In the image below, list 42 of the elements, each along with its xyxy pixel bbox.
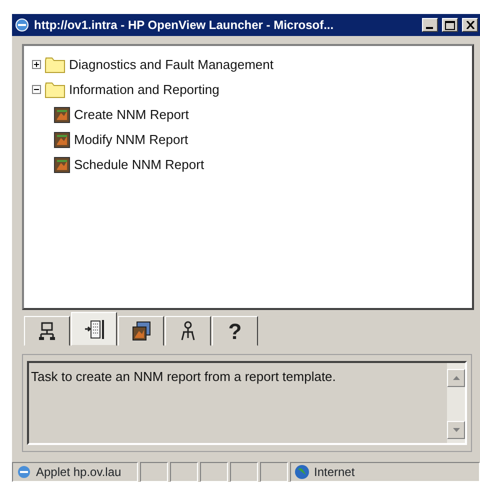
globe-icon	[294, 464, 310, 480]
minimize-button[interactable]	[422, 18, 438, 32]
tree-item[interactable]: Diagnostics and Fault Management	[69, 54, 274, 74]
description-text: Task to create an NNM report from a report template.	[30, 368, 337, 386]
close-button[interactable]	[462, 18, 478, 32]
scrollbar[interactable]	[447, 363, 465, 443]
maximize-icon	[445, 20, 455, 30]
browser-icon	[16, 464, 32, 480]
status-panel	[170, 462, 198, 482]
windows-icon	[131, 321, 151, 341]
tab[interactable]	[71, 312, 117, 346]
node-map-icon	[37, 321, 57, 341]
tab[interactable]	[165, 316, 211, 346]
browser-icon	[14, 17, 30, 33]
tree-item[interactable]: Modify NNM Report	[74, 130, 188, 150]
status-text: Internet	[314, 464, 355, 481]
report-icon	[54, 156, 70, 172]
status-panel	[200, 462, 228, 482]
scroll-down-button[interactable]	[447, 421, 465, 439]
status-panel	[260, 462, 288, 482]
status-panel	[140, 462, 168, 482]
tree-item[interactable]: Create NNM Report	[74, 104, 189, 124]
tree-item[interactable]: Schedule NNM Report	[74, 154, 204, 174]
status-text: Applet hp.ov.lau	[36, 464, 122, 481]
tab[interactable]	[24, 316, 70, 346]
collapse-toggle-icon[interactable]	[32, 85, 41, 94]
folder-icon	[45, 56, 65, 72]
down-arrow-icon	[452, 428, 460, 432]
status-panel	[230, 462, 258, 482]
folder-icon	[45, 82, 65, 98]
close-icon	[466, 21, 474, 29]
scroll-up-button[interactable]	[447, 369, 465, 387]
tab[interactable]: ?	[212, 316, 258, 346]
tree-item[interactable]: Information and Reporting	[69, 80, 220, 100]
report-icon	[54, 106, 70, 122]
task-list-icon	[84, 319, 104, 339]
tab[interactable]	[118, 316, 164, 346]
window-title: http://ov1.intra - HP OpenView Launcher - Microsof...	[34, 17, 335, 34]
up-arrow-icon	[452, 376, 460, 380]
report-icon	[54, 132, 70, 148]
maximize-button[interactable]	[442, 18, 458, 32]
expand-toggle-icon[interactable]	[32, 60, 41, 69]
